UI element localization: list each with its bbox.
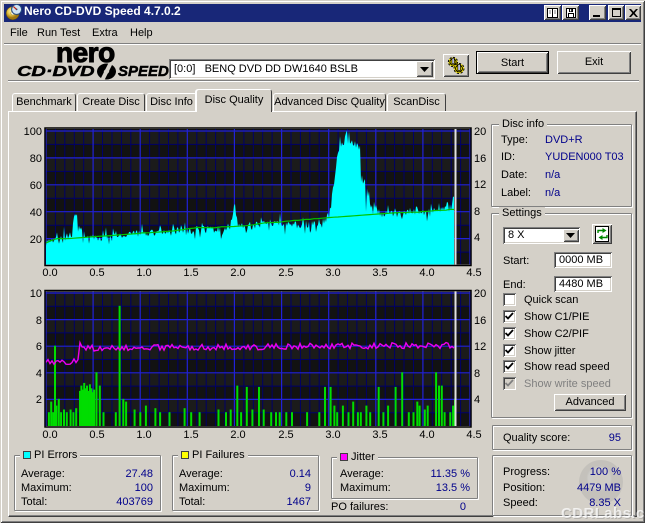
svg-text:16: 16 [474,153,486,165]
svg-text:0.5: 0.5 [89,429,104,441]
svg-text:4.5: 4.5 [466,267,481,279]
svg-text:12: 12 [474,341,486,353]
svg-text:2: 2 [36,394,42,406]
svg-text:1.5: 1.5 [183,267,198,279]
svg-text:2.0: 2.0 [230,429,245,441]
svg-text:2.5: 2.5 [278,267,293,279]
svg-text:12: 12 [474,179,486,191]
svg-text:80: 80 [30,153,42,165]
svg-text:4: 4 [474,394,480,406]
svg-text:1.5: 1.5 [183,429,198,441]
svg-text:0.0: 0.0 [42,267,57,279]
svg-text:60: 60 [30,180,42,192]
svg-text:3.0: 3.0 [325,429,340,441]
svg-text:2.0: 2.0 [230,267,245,279]
svg-text:4.0: 4.0 [419,267,434,279]
svg-text:4: 4 [474,232,480,244]
svg-text:3.5: 3.5 [372,267,387,279]
svg-text:10: 10 [30,288,42,300]
svg-text:3.5: 3.5 [372,429,387,441]
svg-text:20: 20 [474,126,486,138]
svg-text:8: 8 [474,368,480,380]
svg-text:1.0: 1.0 [136,267,151,279]
svg-text:0.0: 0.0 [42,429,57,441]
svg-text:16: 16 [474,315,486,327]
svg-text:4: 4 [36,368,42,380]
svg-text:4.0: 4.0 [419,429,434,441]
svg-text:40: 40 [30,207,42,219]
svg-text:3.0: 3.0 [325,267,340,279]
svg-text:20: 20 [474,288,486,300]
svg-text:6: 6 [36,341,42,353]
svg-text:20: 20 [30,234,42,246]
svg-text:0.5: 0.5 [89,267,104,279]
svg-text:2.5: 2.5 [278,429,293,441]
svg-text:100: 100 [24,126,42,138]
svg-text:1.0: 1.0 [136,429,151,441]
svg-text:8: 8 [36,315,42,327]
svg-text:8: 8 [474,206,480,218]
svg-text:4.5: 4.5 [466,429,481,441]
